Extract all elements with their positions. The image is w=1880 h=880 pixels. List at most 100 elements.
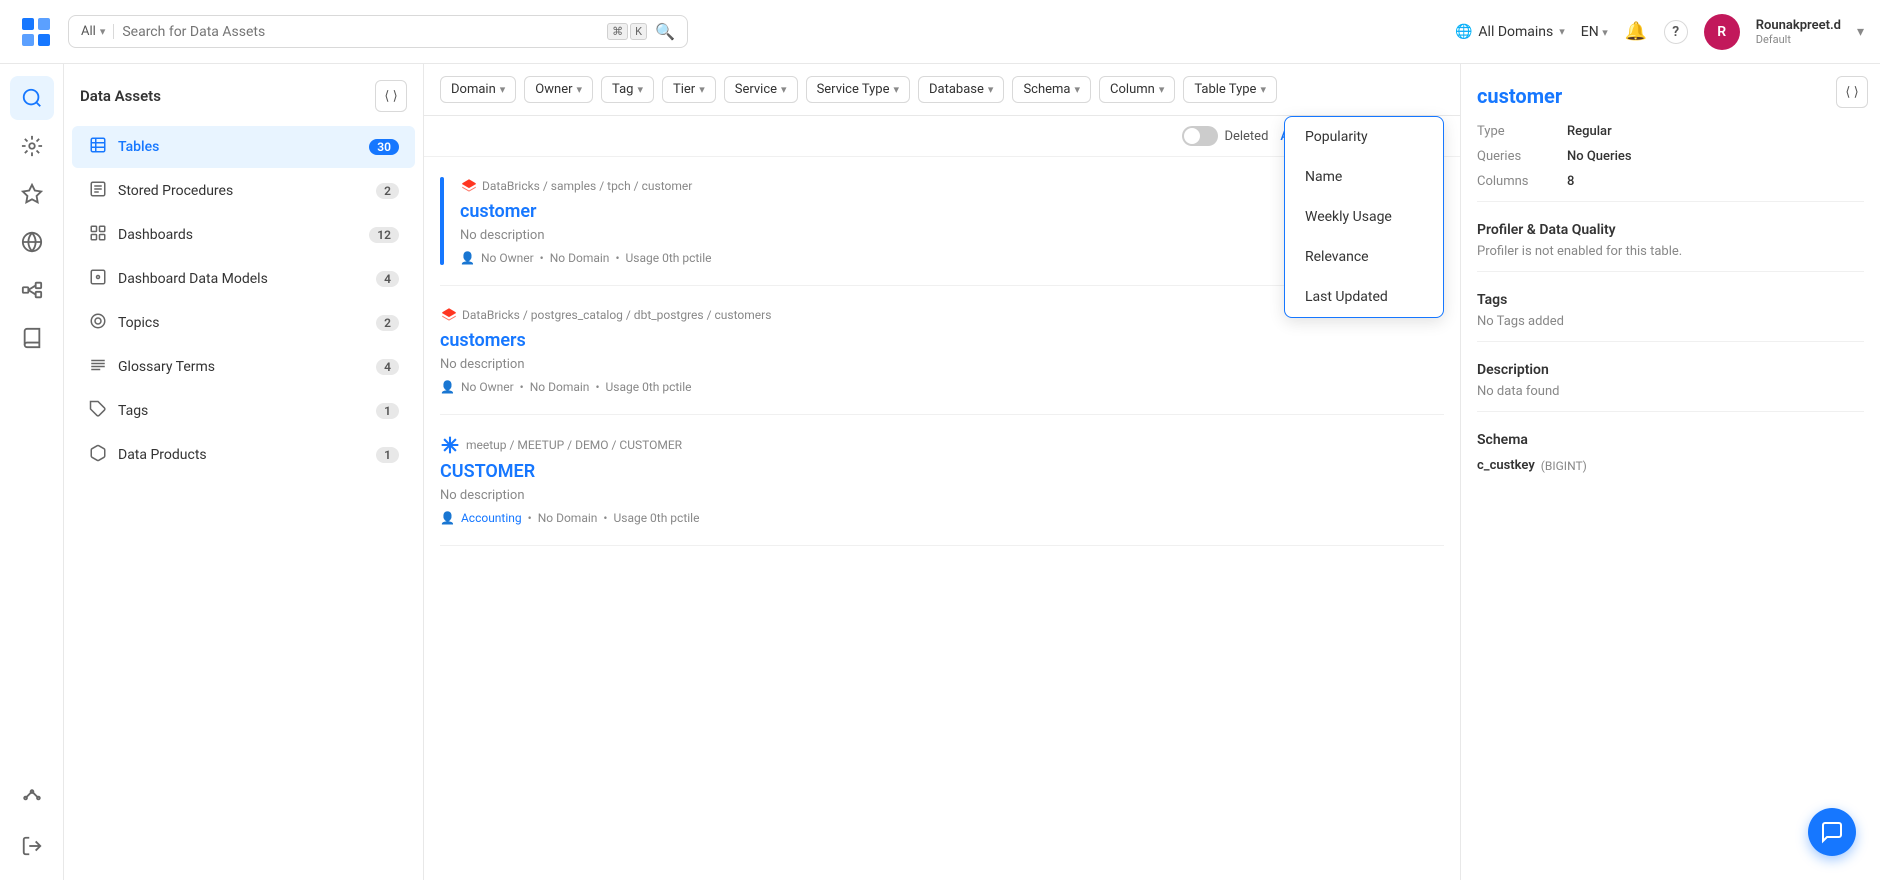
result-description: No description bbox=[440, 357, 1444, 372]
domain-selector[interactable]: 🌐 All Domains ▾ bbox=[1455, 24, 1565, 40]
result-indicator bbox=[440, 177, 444, 265]
filter-table-type[interactable]: Table Type ▾ bbox=[1183, 76, 1277, 103]
table-row: meetup / MEETUP / DEMO / CUSTOMER CUSTOM… bbox=[440, 415, 1444, 546]
tags-count: 1 bbox=[376, 403, 399, 419]
dashboards-icon bbox=[88, 224, 108, 246]
domain-value: No Domain bbox=[550, 251, 610, 265]
lang-chevron-icon: ▾ bbox=[1602, 26, 1608, 39]
preview-columns-row: Columns 8 bbox=[1477, 174, 1864, 189]
search-icon: 🔍 bbox=[655, 22, 675, 41]
owner-link-accounting[interactable]: Accounting bbox=[461, 511, 522, 525]
sidebar-item-glossary-terms[interactable]: Glossary Terms 4 bbox=[72, 346, 415, 388]
search-filter-label: All bbox=[81, 24, 96, 39]
help-icon[interactable]: ? bbox=[1664, 20, 1688, 44]
result-title-customer-meetup[interactable]: CUSTOMER bbox=[440, 461, 1444, 482]
tags-icon bbox=[88, 400, 108, 422]
user-menu-chevron[interactable]: ▾ bbox=[1857, 24, 1864, 40]
search-keyboard-shortcut: ⌘ K bbox=[607, 23, 647, 40]
deleted-toggle-switch[interactable] bbox=[1182, 126, 1218, 146]
databricks-icon bbox=[440, 306, 458, 324]
filter-schema[interactable]: Schema ▾ bbox=[1012, 76, 1091, 103]
search-input[interactable] bbox=[122, 24, 599, 40]
preview-description-title: Description bbox=[1477, 362, 1864, 378]
filter-database[interactable]: Database ▾ bbox=[918, 76, 1004, 103]
sort-option-relevance[interactable]: Relevance bbox=[1285, 237, 1443, 277]
user-role: Default bbox=[1756, 33, 1841, 46]
result-meta: 👤 No Owner • No Domain • Usage 0th pctil… bbox=[440, 380, 1444, 394]
sidebar-nav-settings[interactable] bbox=[10, 776, 54, 820]
filter-column[interactable]: Column ▾ bbox=[1099, 76, 1175, 103]
sidebar-nav-knowledge[interactable] bbox=[10, 316, 54, 360]
search-bar[interactable]: All ▾ ⌘ K 🔍 bbox=[68, 15, 688, 48]
sidebar-item-dashboard-data-models[interactable]: Dashboard Data Models 4 bbox=[72, 258, 415, 300]
preview-type-value: Regular bbox=[1567, 124, 1612, 139]
preview-tags-title: Tags bbox=[1477, 292, 1864, 308]
stored-procedures-label: Stored Procedures bbox=[118, 183, 366, 199]
stored-procedures-count: 2 bbox=[376, 183, 399, 199]
sidebar-item-tables[interactable]: Tables 30 bbox=[72, 126, 415, 168]
result-title-customers[interactable]: customers bbox=[440, 330, 1444, 351]
sidebar-nav-explore[interactable] bbox=[10, 76, 54, 120]
chat-button[interactable] bbox=[1808, 808, 1856, 856]
glossary-terms-label: Glossary Terms bbox=[118, 359, 366, 375]
domain-value: No Domain bbox=[538, 511, 598, 525]
filter-domain[interactable]: Domain ▾ bbox=[440, 76, 516, 103]
sidebar-item-data-products[interactable]: Data Products 1 bbox=[72, 434, 415, 476]
filter-tag[interactable]: Tag ▾ bbox=[601, 76, 654, 103]
owner-value: No Owner bbox=[481, 251, 534, 265]
preview-queries-label: Queries bbox=[1477, 149, 1567, 164]
preview-tags-content: No Tags added bbox=[1477, 314, 1864, 329]
meetup-icon bbox=[440, 435, 460, 455]
data-products-count: 1 bbox=[376, 447, 399, 463]
glossary-terms-icon bbox=[88, 356, 108, 378]
domain-value: No Domain bbox=[530, 380, 590, 394]
main-layout: Data Assets ⟨ ⟩ Tables 30 bbox=[0, 64, 1880, 880]
search-filter-dropdown[interactable]: All ▾ bbox=[81, 24, 114, 39]
user-avatar[interactable]: R bbox=[1704, 14, 1740, 50]
sidebar-item-dashboards[interactable]: Dashboards 12 bbox=[72, 214, 415, 256]
search-filter-chevron: ▾ bbox=[100, 25, 106, 38]
sort-option-popularity[interactable]: Popularity bbox=[1285, 117, 1443, 157]
sidebar-nav-logout[interactable] bbox=[10, 824, 54, 868]
sort-option-name[interactable]: Name bbox=[1285, 157, 1443, 197]
sort-option-weekly-usage[interactable]: Weekly Usage bbox=[1285, 197, 1443, 237]
preview-type-row: Type Regular bbox=[1477, 124, 1864, 139]
owner-value: No Owner bbox=[461, 380, 514, 394]
breadcrumb-text: meetup / MEETUP / DEMO / CUSTOMER bbox=[466, 438, 682, 452]
sidebar-nav-govern[interactable] bbox=[10, 124, 54, 168]
sidebar-item-tags[interactable]: Tags 1 bbox=[72, 390, 415, 432]
preview-panel: ⟨ ⟩ customer Type Regular Queries No Que… bbox=[1460, 64, 1880, 880]
data-products-label: Data Products bbox=[118, 447, 366, 463]
notifications-bell[interactable]: 🔔 bbox=[1624, 20, 1648, 44]
preview-profiler-section: Profiler & Data Quality Profiler is not … bbox=[1477, 222, 1864, 259]
glossary-terms-count: 4 bbox=[376, 359, 399, 375]
filter-owner[interactable]: Owner ▾ bbox=[524, 76, 593, 103]
dashboard-data-models-icon bbox=[88, 268, 108, 290]
sidebar-nav-quality[interactable] bbox=[10, 172, 54, 216]
sidebar-nav-lineage[interactable] bbox=[10, 268, 54, 312]
result-breadcrumb: meetup / MEETUP / DEMO / CUSTOMER bbox=[440, 435, 1444, 455]
filter-service[interactable]: Service ▾ bbox=[724, 76, 798, 103]
user-info: Rounakpreet.d Default bbox=[1756, 18, 1841, 46]
dashboards-label: Dashboards bbox=[118, 227, 359, 243]
breadcrumb-text: DataBricks / postgres_catalog / dbt_post… bbox=[462, 308, 771, 322]
topics-label: Topics bbox=[118, 315, 366, 331]
databricks-icon bbox=[460, 177, 478, 195]
sidebar-item-stored-procedures[interactable]: Stored Procedures 2 bbox=[72, 170, 415, 212]
filter-tier[interactable]: Tier ▾ bbox=[662, 76, 716, 103]
deleted-toggle[interactable]: Deleted bbox=[1182, 126, 1268, 146]
sidebar-item-topics[interactable]: Topics 2 bbox=[72, 302, 415, 344]
sort-option-last-updated[interactable]: Last Updated bbox=[1285, 277, 1443, 317]
preview-collapse-button[interactable]: ⟨ ⟩ bbox=[1836, 76, 1868, 108]
data-products-icon bbox=[88, 444, 108, 466]
deleted-label: Deleted bbox=[1224, 129, 1268, 144]
assets-panel-title: Data Assets bbox=[80, 87, 161, 105]
domain-label: All Domains bbox=[1478, 24, 1553, 40]
preview-columns-label: Columns bbox=[1477, 174, 1567, 189]
sidebar-nav-domain[interactable] bbox=[10, 220, 54, 264]
app-logo bbox=[16, 12, 56, 52]
language-selector[interactable]: EN ▾ bbox=[1581, 24, 1608, 40]
preview-schema-section: Schema c_custkey (BIGINT) bbox=[1477, 432, 1864, 477]
assets-panel-collapse-button[interactable]: ⟨ ⟩ bbox=[375, 80, 407, 112]
filter-service-type[interactable]: Service Type ▾ bbox=[806, 76, 910, 103]
